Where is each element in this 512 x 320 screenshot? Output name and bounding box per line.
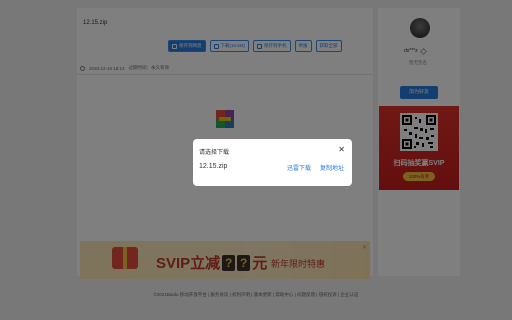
close-icon[interactable]: ✕: [338, 145, 345, 154]
dialog-title: 请选择下载: [199, 150, 230, 156]
download-dialog: 请选择下载 ✕ 12.15.zip 迅雷下载 复制地址: [193, 139, 352, 186]
dialog-file-name: 12.15.zip: [199, 163, 228, 170]
copy-address-link[interactable]: 复制地址: [320, 163, 344, 172]
xunlei-download-link[interactable]: 迅雷下载: [287, 163, 311, 172]
